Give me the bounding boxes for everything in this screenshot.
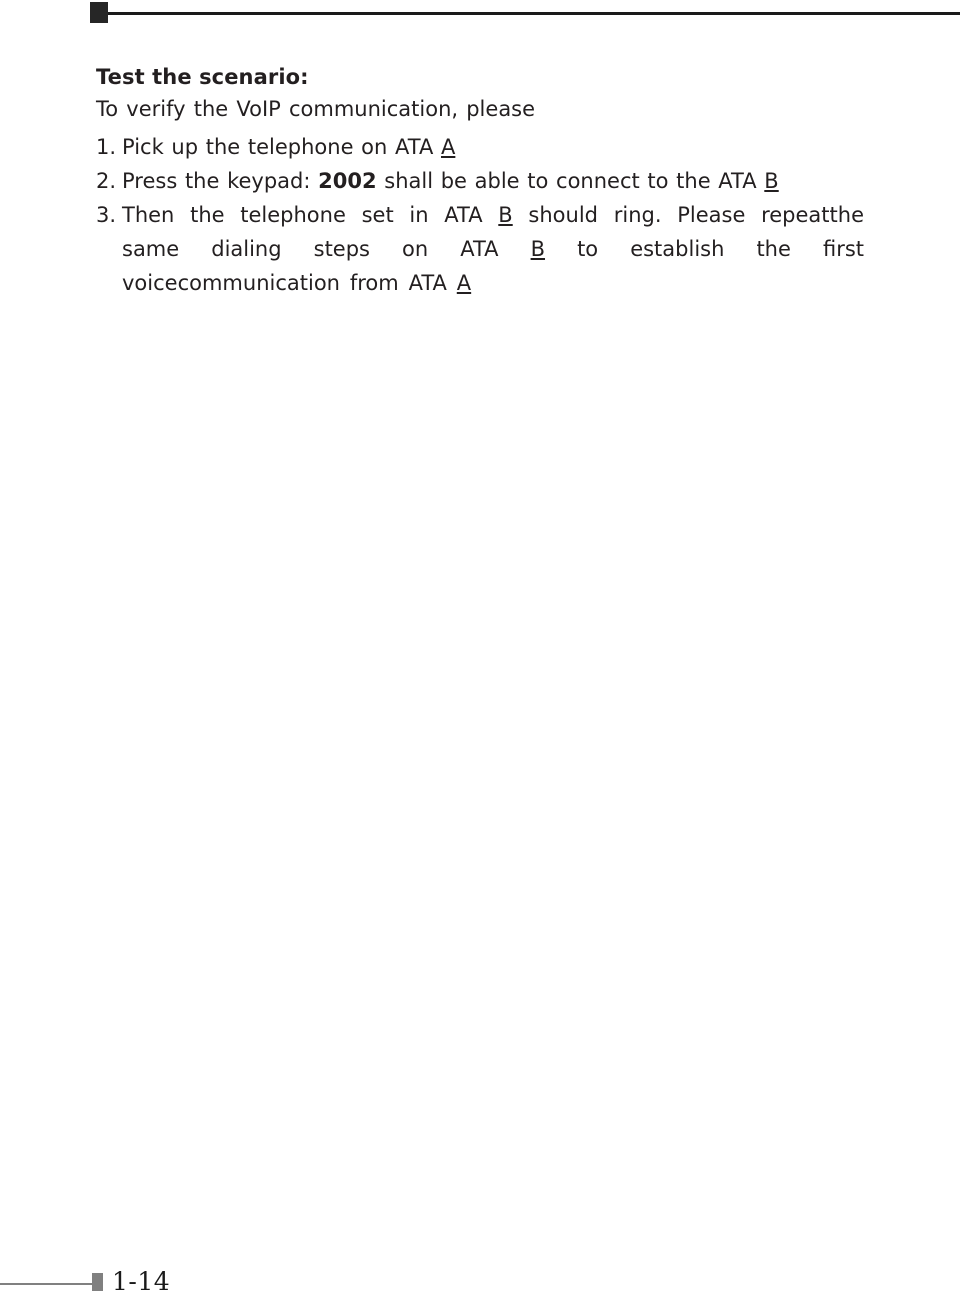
step-3-ata-label-third: A (456, 271, 472, 295)
step-3-line1-prefix: Then the telephone set in ATA (122, 203, 499, 227)
step-3-line3-prefix: communication from ATA (177, 271, 457, 295)
header-rule (96, 12, 960, 15)
step-item-3: 3. Then the telephone set in ATA B should… (96, 198, 864, 300)
footer-square-icon (92, 1273, 103, 1291)
page-header (0, 0, 960, 34)
step-1-text: Pick up the telephone on ATA (122, 135, 441, 159)
section-title: Test the scenario: (96, 65, 309, 89)
step-number-1: 1. (96, 135, 117, 159)
step-2-keypad-code: 2002 (318, 169, 377, 193)
page-number: 1-14 (112, 1267, 171, 1296)
header-square-icon (90, 2, 108, 23)
steps-list: 1. Pick up the telephone on ATA A 2. Press… (96, 130, 864, 300)
step-number-2: 2. (96, 169, 117, 193)
footer-rule (0, 1283, 96, 1285)
step-3-ata-label-first: B (498, 203, 513, 227)
step-2-ata-label: B (764, 169, 779, 193)
step-number-3: 3. (96, 203, 117, 227)
intro-paragraph: To verify the VoIP communication, please (96, 97, 536, 121)
step-2-text-prefix: Press the keypad: (122, 169, 319, 193)
step-2-text-suffix: shall be able to connect to the ATA (376, 169, 765, 193)
step-1-ata-label: A (440, 135, 456, 159)
step-3-ata-label-second: B (530, 237, 546, 261)
step-3-line1-suffix: should ring. Please repeat (512, 203, 830, 227)
document-body: Test the scenario: To verify the VoIP co… (96, 62, 864, 300)
step-item-1: 1. Pick up the telephone on ATA A (96, 130, 864, 164)
step-item-2: 2. Press the keypad: 2002 shall be able t… (96, 164, 864, 198)
page-footer: 1-14 (0, 1254, 960, 1314)
